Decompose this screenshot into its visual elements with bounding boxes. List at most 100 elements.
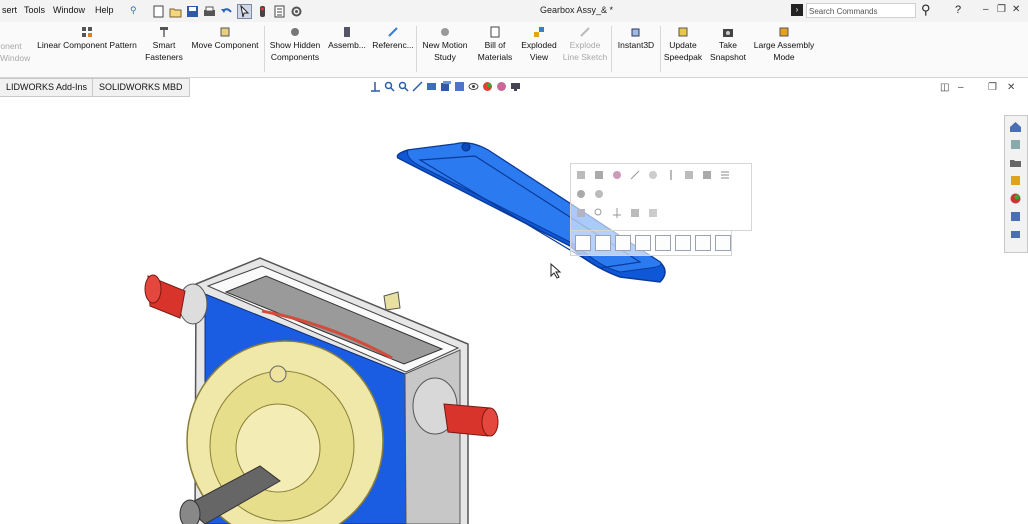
new-motion-study-button[interactable]: New Motion Study [419,26,471,63]
home-icon[interactable] [1009,120,1022,133]
rebuild-icon[interactable] [256,5,269,18]
tool-2-icon[interactable] [595,235,611,251]
zoom-to-area-icon[interactable] [384,81,395,92]
menu-tools[interactable]: Tools [24,5,45,15]
dynamic-annotation-icon[interactable] [426,81,437,92]
explode-line-icon [580,27,590,37]
view-settings-icon[interactable] [510,81,521,92]
previous-view-icon[interactable] [398,81,409,92]
section-icon[interactable] [629,207,641,219]
edit-appearance-icon[interactable] [482,81,493,92]
menu-window[interactable]: Window [53,5,85,15]
undo-icon[interactable] [220,5,233,18]
speedpak-label: Update Speedpak [663,40,703,62]
context-toolbar [570,163,752,231]
reference-geometry-button[interactable]: Referenc... [371,26,415,51]
search-icon[interactable]: ⚲ [921,2,931,18]
tool-6-icon[interactable] [675,235,691,251]
component-properties-icon[interactable] [701,169,713,181]
show-hidden-components-button[interactable]: Show Hidden Components [267,26,323,63]
rotate-icon[interactable] [593,188,605,200]
hide-icon[interactable] [629,169,641,181]
pattern-icon[interactable] [575,188,587,200]
bom-label: Bill of Materials [477,40,513,62]
forum-icon[interactable] [1009,228,1022,241]
minimize-icon[interactable]: – [983,4,989,15]
apply-scene-icon[interactable] [496,81,507,92]
print-icon[interactable] [203,5,216,18]
smart-fasteners-button[interactable]: Smart Fasteners [145,26,183,63]
component-window-button[interactable]: onent Window [0,40,30,64]
tool-3-icon[interactable] [615,235,631,251]
speedpak-icon [678,27,688,37]
edit-part-icon[interactable] [575,169,587,181]
section-view-icon[interactable] [412,81,423,92]
help-icon[interactable]: ? [955,4,961,16]
viewport-toggle-icon[interactable]: ◫ [940,82,949,93]
transparency-icon[interactable] [647,169,659,181]
view-orientation-icon[interactable] [440,81,451,92]
list-icon[interactable] [719,169,731,181]
explode-line-sketch-button[interactable]: Explode Line Sketch [562,26,608,63]
menu-bar: sert Tools Window Help ⚲ Gearbox Assy_& … [0,0,1028,23]
new-icon[interactable] [152,5,165,18]
motion-study-label: New Motion Study [422,40,468,62]
file-explorer-icon[interactable] [1009,174,1022,187]
close-icon[interactable]: ✕ [1012,4,1020,15]
pin-icon[interactable]: ⚲ [130,5,137,16]
file-properties-icon[interactable] [273,5,286,18]
search-input[interactable]: Search Commands [806,3,916,18]
linear-pattern-label: Linear Component Pattern [37,40,137,50]
menu-help[interactable]: Help [95,5,114,15]
tool-7-icon[interactable] [695,235,711,251]
large-assembly-mode-button[interactable]: Large Assembly Mode [751,26,817,63]
linear-pattern-button[interactable]: Linear Component Pattern [33,26,141,51]
move-component-label: Move Component [191,40,259,50]
anchor-icon[interactable] [611,207,623,219]
save-icon[interactable] [186,5,199,18]
tool-5-icon[interactable] [655,235,671,251]
assembly-features-icon [344,27,350,37]
hide-show-items-icon[interactable] [468,81,479,92]
viewport-restore-icon[interactable]: ❐ [988,82,997,93]
appearances-icon[interactable] [1009,192,1022,205]
appearance-icon[interactable] [611,169,623,181]
display-icon[interactable] [647,207,659,219]
context-toolbar-secondary [570,230,732,256]
assembly-features-button[interactable]: Assemb... [327,26,367,51]
mate-icon[interactable] [593,169,605,181]
zoom-selection-icon[interactable] [593,207,605,219]
zoom-to-fit-icon[interactable] [370,81,381,92]
show-hidden-label: Show Hidden Components [269,40,321,62]
task-pane [1004,115,1028,253]
view-icon[interactable] [575,207,587,219]
isolate-icon[interactable] [683,169,695,181]
tab-addins[interactable]: LIDWORKS Add-Ins [0,78,95,97]
tool-1-icon[interactable] [575,235,591,251]
take-snapshot-button[interactable]: Take Snapshot [707,26,749,63]
restore-icon[interactable]: ❐ [997,4,1006,15]
instant3d-button[interactable]: Instant3D [614,26,658,51]
move-component-button[interactable]: Move Component [188,26,262,51]
custom-properties-icon[interactable] [1009,210,1022,223]
select-icon[interactable] [237,3,252,19]
bill-of-materials-button[interactable]: Bill of Materials [475,26,515,63]
tab-mbd[interactable]: SOLIDWORKS MBD [92,78,190,97]
normal-to-icon[interactable] [665,169,677,181]
tool-4-icon[interactable] [635,235,651,251]
exploded-view-button[interactable]: Exploded View [519,26,559,63]
motion-study-icon [441,28,449,36]
design-library-icon[interactable] [1009,156,1022,169]
resources-icon[interactable] [1009,138,1022,151]
update-speedpak-button[interactable]: Update Speedpak [662,26,704,63]
tool-8-icon[interactable] [715,235,731,251]
instant3d-icon [631,28,640,37]
options-gear-icon[interactable] [290,5,303,18]
display-style-icon[interactable] [454,81,465,92]
viewport-minimize-icon[interactable]: – [958,82,964,93]
menu-insert[interactable]: sert [2,5,17,15]
graphics-area[interactable] [0,96,1004,524]
instant3d-label: Instant3D [617,40,655,50]
open-icon[interactable] [169,5,182,18]
viewport-close-icon[interactable]: ✕ [1007,82,1015,93]
